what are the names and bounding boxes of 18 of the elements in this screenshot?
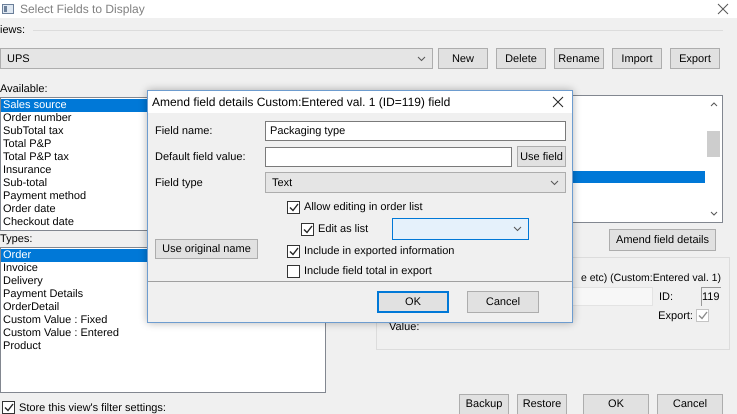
checkbox-label: Include field total in export (304, 265, 432, 278)
views-label: iews: (0, 24, 26, 36)
checkbox-label: Allow editing in order list (304, 201, 423, 214)
dialog-title: Amend field details Custom:Entered val. 1 (ID=119) field (152, 95, 452, 110)
field-label: Field name: (155, 125, 214, 138)
id-label: ID: (659, 290, 674, 302)
window-title: Select Fields to Display (20, 2, 146, 16)
field-caption: e etc) (Custom:Entered val. 1) (580, 272, 721, 284)
export-label: Export: (658, 310, 693, 322)
available-label: Available: (0, 83, 48, 97)
checkbox-label: Include in exported information (304, 245, 454, 258)
field-label: Field type (155, 176, 204, 189)
value-label: Value: (388, 321, 420, 333)
field-label: Default field value: (155, 150, 246, 163)
checkbox-label: Edit as list (318, 223, 370, 236)
store-filter-label: Store this view's filter settings: (19, 402, 166, 414)
id-field: 119 (701, 287, 721, 306)
types-label: Types: (0, 233, 34, 247)
